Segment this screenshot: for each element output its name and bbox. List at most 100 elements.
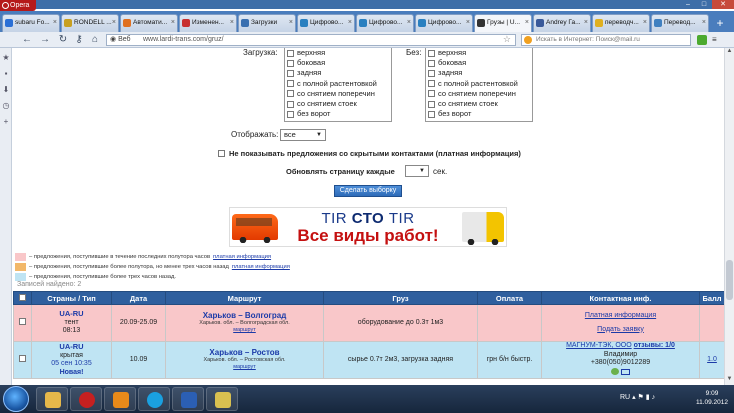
option-checkbox[interactable] <box>428 69 435 77</box>
skype-taskbar-icon[interactable] <box>138 387 170 411</box>
list-item[interactable]: верхняя <box>426 48 532 58</box>
tab-close-icon[interactable]: × <box>289 15 293 31</box>
key-icon[interactable]: ⚷ <box>72 33 86 47</box>
col-header[interactable]: Маршрут <box>165 291 324 305</box>
row-checkbox[interactable] <box>19 317 26 325</box>
list-item[interactable]: с полной растентовкой <box>426 79 532 89</box>
icq-icon[interactable] <box>611 367 620 375</box>
submit-request-link[interactable]: Подать заявку <box>597 326 644 333</box>
clock[interactable]: 9:09 11.09.2012 <box>692 389 732 407</box>
option-checkbox[interactable] <box>428 110 435 118</box>
submit-filter-button[interactable]: Сделать выборку <box>334 185 402 197</box>
list-item[interactable]: без ворот <box>285 109 391 119</box>
col-header[interactable]: Дата <box>111 291 166 305</box>
col-header[interactable]: Контактная инф. <box>541 291 700 305</box>
option-checkbox[interactable] <box>287 59 294 67</box>
reviews-link[interactable]: отзывы: 1/0 <box>634 342 675 349</box>
scroll-thumb[interactable] <box>726 260 733 300</box>
downloads-icon[interactable]: ⬇ <box>2 86 10 94</box>
download-icon[interactable] <box>697 35 707 45</box>
new-tab-icon[interactable]: + <box>713 16 727 30</box>
option-checkbox[interactable] <box>287 100 294 108</box>
list-item[interactable]: со снятием стоек <box>426 99 532 109</box>
browser-tab[interactable]: RONDELL ... × <box>61 14 119 32</box>
browser-tab[interactable]: Andrey Га... × <box>533 14 591 32</box>
refresh-select[interactable]: ▼ <box>405 165 429 177</box>
history-icon[interactable]: ◷ <box>2 102 10 110</box>
app-taskbar-icon[interactable] <box>206 387 238 411</box>
mail-icon[interactable] <box>620 368 630 375</box>
scroll-up-icon[interactable]: ▲ <box>725 48 734 57</box>
browser-tab[interactable]: Цифрово... × <box>415 14 473 32</box>
tab-close-icon[interactable]: × <box>171 15 175 31</box>
add-panel-icon[interactable]: + <box>2 118 10 126</box>
hide-hidden-checkbox[interactable] <box>218 150 225 157</box>
select-all-checkbox[interactable] <box>19 293 26 301</box>
option-checkbox[interactable] <box>287 49 294 57</box>
paid-info-link[interactable]: платная информация <box>213 254 271 260</box>
flag-icon[interactable]: ⚑ <box>638 394 644 401</box>
search-field[interactable]: Искать в Интернет: Поиск@mail.ru <box>521 34 691 46</box>
opera-taskbar-icon[interactable] <box>70 387 102 411</box>
tab-close-icon[interactable]: × <box>466 15 470 31</box>
list-item[interactable]: со снятием стоек <box>285 99 391 109</box>
browser-tab[interactable]: Цифрово... × <box>356 14 414 32</box>
tray-arrow-icon[interactable]: ▴ <box>632 394 636 401</box>
notes-icon[interactable]: ▪ <box>2 70 10 78</box>
paid-info-link[interactable]: Платная информация <box>585 312 656 319</box>
option-checkbox[interactable] <box>428 100 435 108</box>
reload-icon[interactable]: ↻ <box>56 33 70 47</box>
option-checkbox[interactable] <box>428 80 435 88</box>
address-field[interactable]: ◉ Веб www.lardi-trans.com/gruz/ ☆ <box>106 34 516 46</box>
list-item[interactable]: боковая <box>285 58 391 68</box>
tab-close-icon[interactable]: × <box>407 15 411 31</box>
advert-banner[interactable]: TIR СТО TIR Все виды работ! <box>229 207 507 247</box>
tab-close-icon[interactable]: × <box>702 15 706 31</box>
display-select[interactable]: все ▼ <box>280 129 326 141</box>
list-item[interactable]: верхняя <box>285 48 391 58</box>
search-engine-icon[interactable] <box>524 36 532 44</box>
bookmark-star-icon[interactable]: ☆ <box>503 34 511 44</box>
list-item[interactable]: с полной растентовкой <box>285 79 391 89</box>
row-checkbox[interactable] <box>19 354 26 362</box>
forward-icon[interactable]: → <box>38 33 52 47</box>
maximize-icon[interactable]: □ <box>696 0 712 9</box>
without-listbox[interactable]: верхняя боковая задняя с полной растентовко… <box>425 48 533 122</box>
back-icon[interactable]: ← <box>20 33 34 47</box>
browser-tab[interactable]: Изменен... × <box>179 14 237 32</box>
minimize-icon[interactable]: – <box>680 0 696 9</box>
network-icon[interactable]: ▮ <box>646 394 650 401</box>
browser-tab[interactable]: Автомати... × <box>120 14 178 32</box>
volume-icon[interactable]: ♪ <box>652 394 656 401</box>
option-checkbox[interactable] <box>428 59 435 67</box>
list-item[interactable]: задняя <box>285 68 391 78</box>
browser-tab[interactable]: Загрузки × <box>238 14 296 32</box>
load-type-listbox[interactable]: верхняя боковая задняя с полной растентовко… <box>284 48 392 122</box>
paid-info-link[interactable]: платная информация <box>232 264 290 270</box>
word-taskbar-icon[interactable] <box>172 387 204 411</box>
list-item[interactable]: со снятием поперечин <box>426 89 532 99</box>
row-map-link[interactable]: маршрут <box>233 327 256 333</box>
col-header[interactable]: Оплата <box>477 291 542 305</box>
media-player-taskbar-icon[interactable] <box>104 387 136 411</box>
col-header[interactable]: Груз <box>323 291 478 305</box>
option-checkbox[interactable] <box>287 80 294 88</box>
list-item[interactable]: задняя <box>426 68 532 78</box>
browser-tab[interactable]: Цифрово... × <box>297 14 355 32</box>
scroll-down-icon[interactable]: ▼ <box>725 376 734 385</box>
option-checkbox[interactable] <box>287 110 294 118</box>
company-link[interactable]: МАГНУМ-ТЭК, ООО <box>566 342 632 349</box>
language-indicator[interactable]: RU <box>620 394 630 401</box>
col-header[interactable]: Страны / Тип <box>31 291 112 305</box>
select-all-header[interactable] <box>13 291 32 305</box>
tab-close-icon[interactable]: × <box>230 15 234 31</box>
menu-icon[interactable]: ≡ <box>712 35 724 45</box>
option-checkbox[interactable] <box>287 90 294 98</box>
list-item[interactable]: боковая <box>426 58 532 68</box>
browser-tab[interactable]: Перевод... × <box>651 14 709 32</box>
vertical-scrollbar[interactable]: ▲ ▼ <box>724 48 734 385</box>
tab-close-icon[interactable]: × <box>348 15 352 31</box>
tab-close-icon[interactable]: × <box>112 15 116 31</box>
list-item[interactable]: со снятием поперечин <box>285 89 391 99</box>
browser-tab[interactable]: переводч... × <box>592 14 650 32</box>
